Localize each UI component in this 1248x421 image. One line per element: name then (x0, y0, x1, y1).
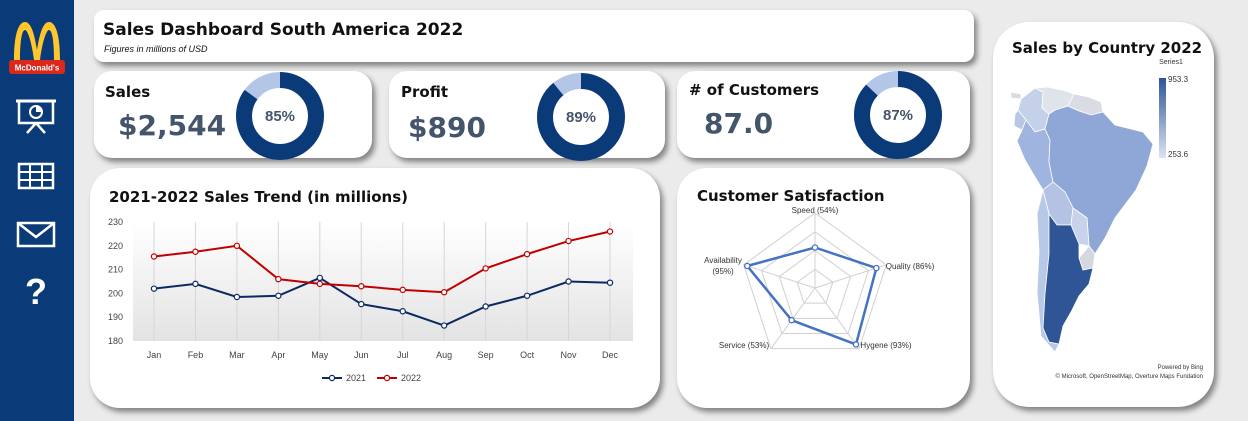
logo-text: McDonald's (15, 64, 60, 73)
data-point-2021 (316, 274, 324, 282)
y-tick-label: 220 (108, 241, 123, 251)
radar-point (852, 341, 860, 348)
map-legend-max: 953.3 (1168, 75, 1189, 84)
data-point-2022 (316, 280, 324, 288)
data-point-2021 (192, 280, 199, 288)
kpi-donut: 85% (236, 72, 324, 160)
x-tick-label: Feb (188, 350, 204, 360)
data-point-2022 (275, 275, 282, 283)
kpi-label: # of Customers (689, 81, 820, 99)
data-point-2021 (523, 292, 531, 299)
map-legend-title: Series1 (1159, 59, 1183, 66)
data-point-2021 (233, 293, 241, 301)
x-tick-label: Apr (271, 350, 285, 360)
data-point-2022 (606, 228, 614, 235)
data-point-2022 (523, 250, 531, 258)
kpi-value: $2,544 (118, 109, 227, 142)
y-tick-label: 230 (108, 217, 123, 227)
data-point-2021 (399, 308, 406, 315)
map-legend-min: 253.6 (1168, 150, 1189, 159)
x-tick-label: Jul (397, 350, 409, 360)
radar-point (788, 316, 795, 324)
plot-area (133, 222, 633, 341)
south-america-map: Series1 953.3 253.6 Powered by Bing © Mi… (1010, 59, 1203, 380)
sales-trend-chart: 180 190 200 210 220 230 Jan Feb Mar Apr May Jun Jul… (108, 217, 633, 383)
data-point-2021 (150, 285, 158, 292)
data-point-2022 (482, 265, 489, 272)
radar-point (873, 264, 880, 272)
radar-series-line (745, 246, 878, 347)
legend-marker-2022 (383, 374, 391, 382)
radar-axis-label: Service (53%) (719, 341, 770, 350)
radar-point (811, 244, 819, 251)
kpi-card-profit: Profit $890 89% (389, 71, 665, 161)
data-point-2022 (192, 248, 199, 255)
map-legend-scale (1159, 78, 1166, 158)
presentation-icon[interactable] (15, 98, 57, 134)
help-icon[interactable]: ? (15, 272, 57, 308)
data-point-2022 (358, 283, 365, 290)
donut-label: 85% (265, 108, 295, 125)
x-tick-label: Aug (436, 350, 452, 360)
country-panama (1010, 91, 1022, 100)
data-point-2021 (358, 300, 365, 308)
svg-text:?: ? (25, 272, 47, 308)
mcdonalds-logo: McDonald's (9, 22, 65, 74)
data-point-2021 (565, 278, 572, 285)
radar-axis-label: Speed (54%) (792, 206, 839, 215)
donut-label: 87% (883, 107, 913, 124)
data-point-2021 (482, 303, 489, 310)
kpi-donut: 87% (854, 71, 942, 159)
y-tick-label: 210 (108, 265, 123, 275)
legend-marker-2021 (328, 374, 336, 382)
kpi-label: Sales (105, 83, 151, 101)
map-attribution: © Microsoft, OpenStreetMap, Overture Map… (1056, 373, 1203, 380)
x-tick-label: Jun (354, 350, 369, 360)
satisfaction-card: Customer Satisfaction Speed (54%) Quality… (677, 168, 970, 408)
data-point-2022 (399, 286, 406, 294)
kpi-donut: 89% (537, 73, 625, 161)
kpi-card-customers: # of Customers 87.0 87% (677, 71, 970, 159)
table-icon[interactable] (15, 158, 57, 194)
kpi-value: $890 (408, 111, 486, 144)
y-tick-label: 200 (108, 288, 123, 298)
kpi-value: 87.0 (704, 107, 774, 140)
y-tick-label: 190 (108, 312, 123, 322)
radar-axis-label: Availability (95%) (704, 256, 742, 276)
x-tick-label: May (311, 350, 329, 360)
page-title: Sales Dashboard South America 2022 (103, 20, 464, 40)
legend-label-2022: 2022 (401, 373, 421, 383)
map-card: Sales by Country 2022 Series1 953.3 253.… (993, 22, 1214, 407)
data-point-2022 (233, 242, 241, 250)
data-point-2022 (565, 237, 572, 245)
satisfaction-radar-chart: Speed (54%) Quality (86%) Hygene (93%) Serv… (704, 206, 935, 350)
donut-label: 89% (566, 109, 596, 126)
x-tick-label: Mar (229, 350, 245, 360)
radar-point (743, 262, 751, 270)
x-tick-label: Jan (147, 350, 162, 360)
data-point-2021 (606, 279, 614, 286)
page-subtitle: Figures in millions of USD (104, 44, 208, 54)
sales-trend-card: 2021-2022 Sales Trend (in millions) 180 1… (90, 168, 660, 408)
x-tick-label: Dec (602, 350, 619, 360)
radar-axis-label: Hygene (93%) (860, 341, 911, 350)
kpi-card-sales: Sales $2,544 85% (94, 71, 372, 160)
x-tick-label: Oct (520, 350, 535, 360)
radar-axis-label: Quality (86%) (886, 262, 935, 271)
map-powered-by: Powered by Bing (1158, 365, 1203, 371)
data-point-2021 (275, 292, 282, 299)
legend: 2021 2022 (322, 373, 421, 383)
x-tick-label: Sep (478, 350, 494, 360)
y-tick-label: 180 (108, 336, 123, 346)
kpi-label: Profit (401, 83, 448, 101)
sidebar: McDonald's ? (0, 0, 74, 421)
data-point-2021 (440, 322, 448, 329)
x-tick-label: Nov (561, 350, 578, 360)
title-card: Sales Dashboard South America 2022 Figur… (94, 10, 974, 62)
mail-icon[interactable] (15, 216, 57, 252)
data-point-2022 (440, 289, 448, 296)
legend-label-2021: 2021 (346, 373, 366, 383)
data-point-2022 (150, 253, 158, 260)
